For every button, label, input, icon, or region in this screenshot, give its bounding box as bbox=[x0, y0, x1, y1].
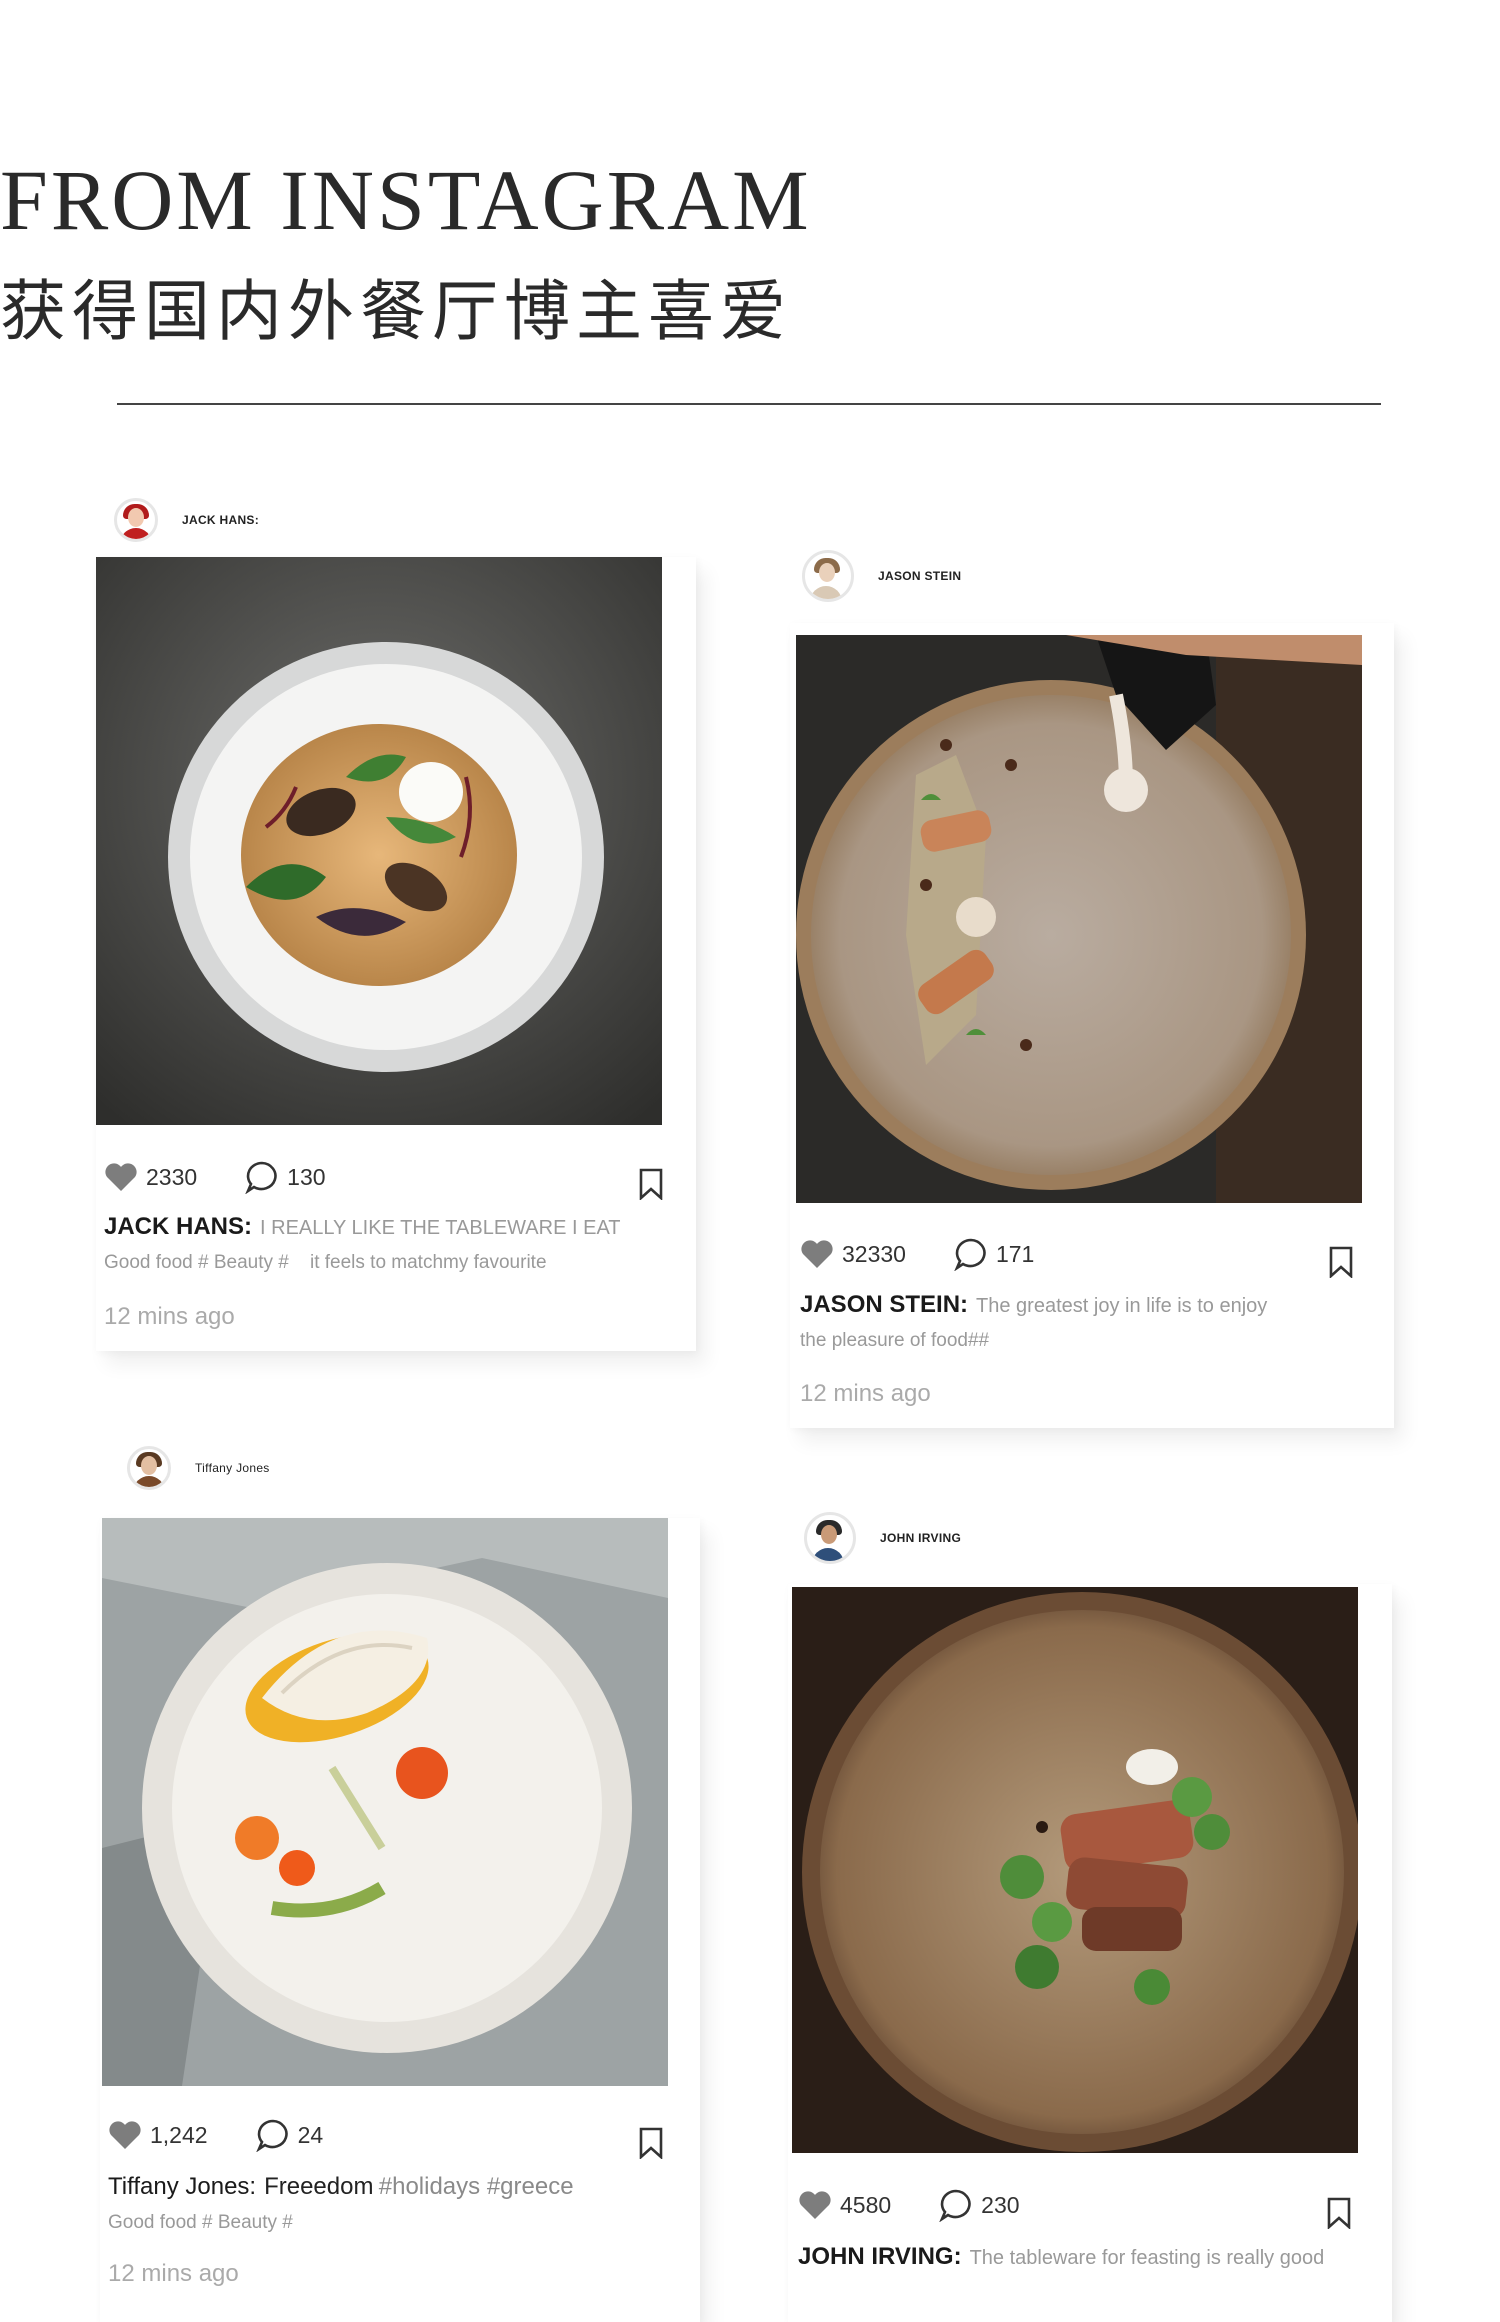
post-actions: 1,242 24 bbox=[108, 2118, 371, 2152]
avatar[interactable] bbox=[804, 1512, 856, 1564]
comment-count: 130 bbox=[287, 1163, 326, 1190]
comment-count: 24 bbox=[297, 2121, 324, 2148]
caption-text: I REALLY LIKE THE TABLEWARE I EAT bbox=[260, 1217, 621, 1239]
comment-bubble-icon bbox=[954, 1238, 986, 1271]
post-timestamp: 12 mins ago bbox=[800, 1380, 931, 1407]
avatar[interactable] bbox=[802, 550, 854, 602]
bookmark-icon[interactable] bbox=[638, 1168, 664, 1200]
comment-button[interactable]: 130 bbox=[245, 1160, 326, 1194]
post-caption: Tiffany Jones: Freeedom #holidays #greece… bbox=[108, 2170, 688, 2240]
post-header[interactable]: JOHN IRVING bbox=[804, 1512, 961, 1564]
like-count: 1,242 bbox=[150, 2121, 208, 2148]
like-count: 4580 bbox=[840, 2191, 892, 2218]
post-actions: 4580 230 bbox=[798, 2188, 1068, 2222]
post-timestamp: 12 mins ago bbox=[108, 2260, 239, 2287]
caption-tags: Good food # Beauty # it feels to matchmy… bbox=[104, 1252, 547, 1273]
comment-bubble-icon bbox=[245, 1161, 277, 1194]
bookmark-icon[interactable] bbox=[638, 2127, 664, 2159]
caption-text: Freeedom bbox=[264, 2173, 374, 2200]
username[interactable]: JASON STEIN bbox=[878, 569, 961, 583]
comment-button[interactable]: 171 bbox=[954, 1237, 1034, 1271]
like-button[interactable]: 2330 bbox=[104, 1162, 197, 1192]
heart-icon bbox=[109, 2121, 141, 2149]
like-button[interactable]: 1,242 bbox=[108, 2120, 208, 2150]
comment-button[interactable]: 24 bbox=[255, 2118, 324, 2152]
post-photo[interactable] bbox=[102, 1518, 668, 2086]
like-button[interactable]: 32330 bbox=[800, 1239, 906, 1269]
caption-username[interactable]: JACK HANS: bbox=[104, 1213, 252, 1240]
like-count: 32330 bbox=[842, 1240, 906, 1267]
like-count: 2330 bbox=[146, 1163, 198, 1190]
comment-button[interactable]: 230 bbox=[939, 2188, 1020, 2222]
comment-count: 230 bbox=[981, 2191, 1020, 2218]
avatar[interactable] bbox=[127, 1446, 171, 1490]
post-caption: JASON STEIN: The greatest joy in life is … bbox=[800, 1288, 1360, 1358]
username[interactable]: JOHN IRVING bbox=[880, 1531, 961, 1545]
comment-bubble-icon bbox=[939, 2189, 971, 2222]
avatar[interactable] bbox=[114, 498, 158, 542]
page-subtitle: 获得国内外餐厅博主喜爱 bbox=[0, 273, 792, 350]
post-timestamp: 12 mins ago bbox=[104, 1303, 235, 1330]
caption-text: The tableware for feasting is really goo… bbox=[969, 2247, 1325, 2269]
heart-icon bbox=[799, 2191, 831, 2219]
heart-icon bbox=[105, 1163, 137, 1191]
username[interactable]: JACK HANS: bbox=[182, 513, 259, 527]
heart-icon bbox=[801, 1240, 833, 1268]
comment-bubble-icon bbox=[255, 2119, 288, 2152]
comment-count: 171 bbox=[995, 1240, 1035, 1267]
post-actions: 32330 171 bbox=[800, 1237, 1082, 1271]
page-title: FROM INSTAGRAM bbox=[0, 152, 812, 248]
caption-username[interactable]: JOHN IRVING: bbox=[798, 2243, 962, 2270]
bookmark-icon[interactable] bbox=[1326, 2197, 1352, 2229]
post-caption: JACK HANS: I REALLY LIKE THE TABLEWARE I … bbox=[104, 1210, 664, 1280]
caption-text: The greatest joy in life is to enjoy bbox=[976, 1295, 1268, 1317]
caption-username[interactable]: Tiffany Jones: bbox=[108, 2173, 256, 2200]
username[interactable]: Tiffany Jones bbox=[195, 1461, 270, 1475]
caption-username[interactable]: JASON STEIN: bbox=[800, 1291, 968, 1318]
caption-tags: the pleasure of food## bbox=[800, 1330, 990, 1351]
post-photo[interactable] bbox=[96, 557, 662, 1125]
like-button[interactable]: 4580 bbox=[798, 2190, 891, 2220]
post-actions: 2330 130 bbox=[104, 1160, 374, 1194]
caption-hashtags[interactable]: #holidays #greece bbox=[379, 2173, 574, 2200]
post-caption: JOHN IRVING: The tableware for feasting i… bbox=[798, 2240, 1378, 2276]
post-header[interactable]: Tiffany Jones bbox=[127, 1446, 270, 1490]
post-photo[interactable] bbox=[796, 635, 1362, 1203]
header-divider bbox=[117, 403, 1381, 405]
post-header[interactable]: JACK HANS: bbox=[114, 498, 259, 542]
bookmark-icon[interactable] bbox=[1328, 1246, 1354, 1278]
post-photo[interactable] bbox=[792, 1587, 1358, 2153]
caption-tags: Good food # Beauty # bbox=[108, 2212, 293, 2233]
post-header[interactable]: JASON STEIN bbox=[802, 550, 961, 602]
